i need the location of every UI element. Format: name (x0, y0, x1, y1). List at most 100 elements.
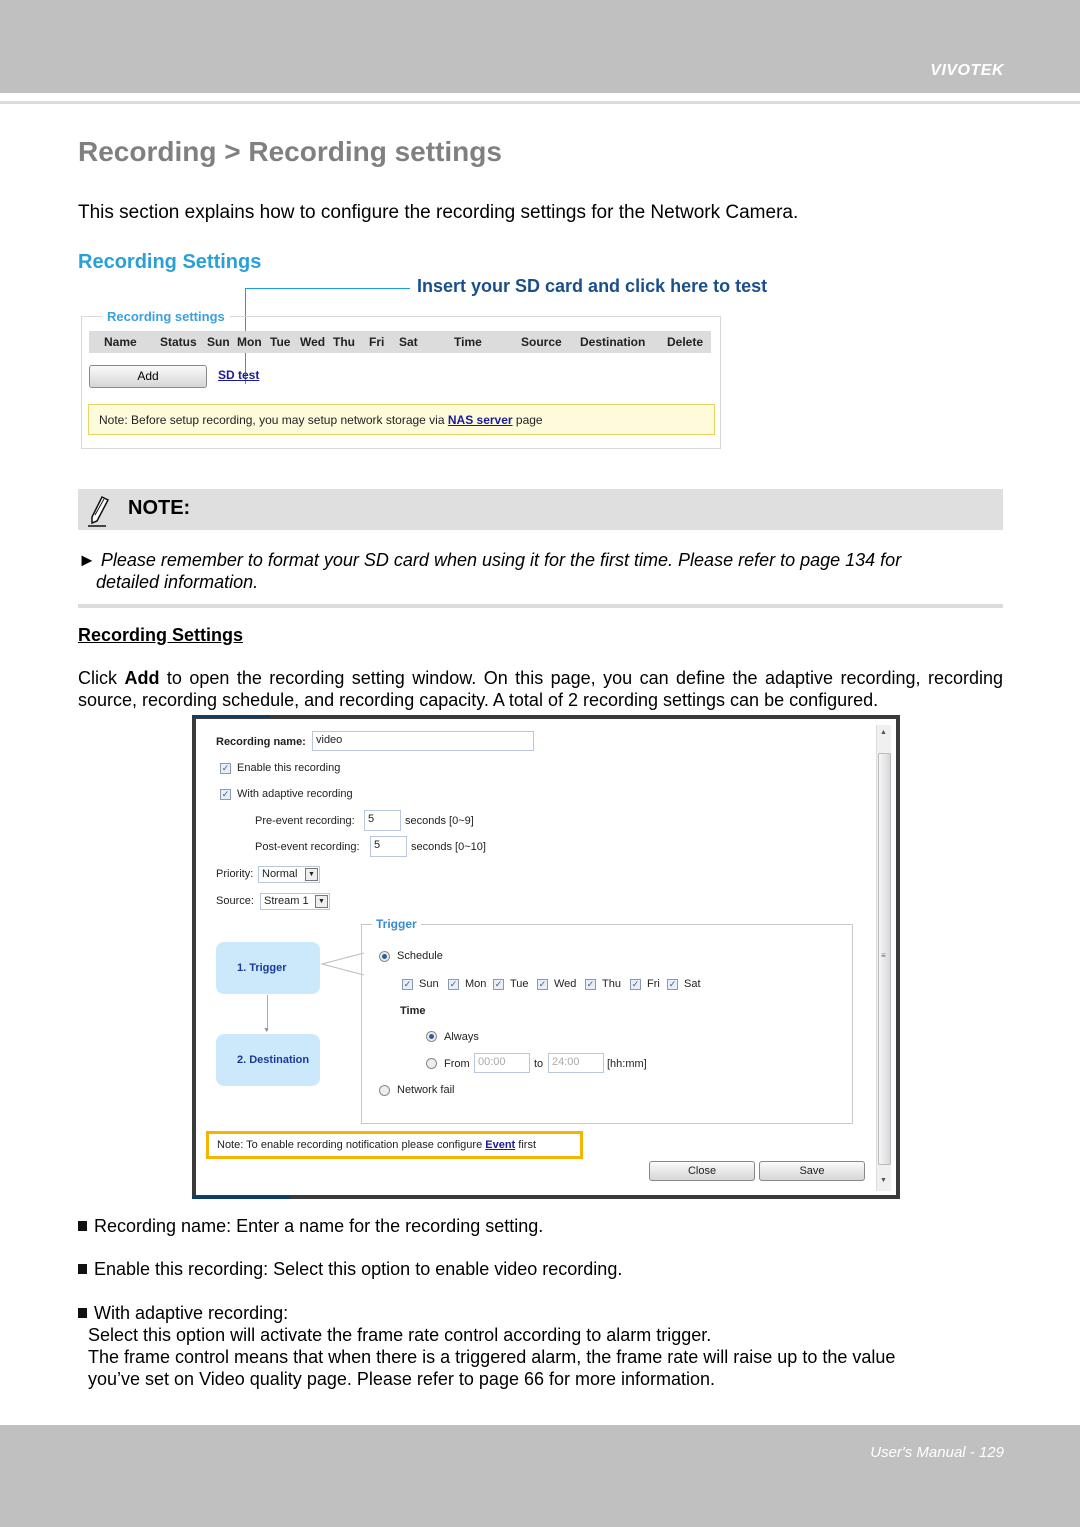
to-time-input[interactable]: 24:00 (548, 1053, 604, 1073)
time-format-hint: [hh:mm] (607, 1058, 647, 1070)
panel-legend: Recording settings (102, 309, 230, 324)
vertical-scrollbar[interactable]: ▲ ≡ ▼ (876, 725, 891, 1191)
day-checkbox-thu[interactable]: ✓ (585, 979, 596, 990)
recording-dialog: Recording name: video ✓ Enable this reco… (196, 719, 896, 1195)
network-fail-radio[interactable] (379, 1085, 390, 1096)
column-header: Thu (333, 335, 355, 349)
para-bold: Add (124, 668, 160, 688)
close-button[interactable]: Close (649, 1161, 755, 1181)
chevron-down-icon: ▼ (305, 868, 318, 881)
day-checkbox-wed[interactable]: ✓ (537, 979, 548, 990)
pre-event-label: Pre-event recording: (255, 815, 355, 827)
arrow-down-icon: ▼ (263, 1027, 270, 1034)
priority-select[interactable]: Normal ▼ (258, 866, 320, 883)
event-link[interactable]: Event (485, 1139, 515, 1151)
column-header: Time (454, 335, 482, 349)
column-header: Delete (667, 335, 704, 349)
day-label: Sat (684, 978, 701, 990)
nas-note-text: Note: Before setup recording, you may se… (99, 413, 448, 427)
note-line: detailed information. (96, 572, 259, 592)
bullet-square-icon (78, 1308, 87, 1318)
column-header: Status (160, 335, 197, 349)
note-text: ► Please remember to format your SD card… (78, 549, 1008, 593)
column-header: Fri (369, 335, 385, 349)
source-label: Source: (216, 895, 254, 907)
source-select[interactable]: Stream 1 ▼ (260, 893, 330, 910)
nas-server-link[interactable]: NAS server (448, 413, 513, 427)
column-header: Mon (237, 335, 262, 349)
bullet-text: With adaptive recording: (94, 1303, 289, 1323)
note-line: ► Please remember to format your SD card… (78, 550, 902, 570)
step-trigger-label: 1. Trigger (237, 962, 287, 974)
priority-label: Priority: (216, 868, 254, 880)
step-destination[interactable]: 2. Destination (216, 1034, 320, 1086)
pointer-wedge (320, 952, 364, 976)
bullet-text: Recording name: Enter a name for the rec… (94, 1216, 544, 1236)
scroll-down-icon[interactable]: ▼ (880, 1177, 887, 1184)
day-label: Tue (510, 978, 529, 990)
column-header: Sun (207, 335, 230, 349)
pre-event-input[interactable]: 5 (364, 810, 401, 831)
event-note-suffix: first (515, 1139, 536, 1151)
pencil-icon (88, 495, 110, 527)
adaptive-recording-checkbox[interactable]: ✓ (220, 789, 231, 800)
sd-test-link[interactable]: SD test (218, 368, 259, 382)
post-event-input[interactable]: 5 (370, 836, 407, 857)
step-trigger[interactable]: 1. Trigger (216, 942, 320, 994)
enable-recording-label: Enable this recording (237, 762, 341, 774)
day-checkbox-sun[interactable]: ✓ (402, 979, 413, 990)
frame-accent (192, 715, 270, 718)
day-checkbox-tue[interactable]: ✓ (493, 979, 504, 990)
day-checkbox-sat[interactable]: ✓ (667, 979, 678, 990)
day-label: Wed (554, 978, 577, 990)
callout-line (245, 288, 410, 289)
source-value: Stream 1 (264, 895, 309, 907)
note-bar: NOTE: (78, 489, 1003, 530)
column-header: Name (104, 335, 137, 349)
header-divider (0, 101, 1080, 104)
recording-name-input[interactable]: video (312, 731, 534, 751)
description-paragraph: Click Add to open the recording setting … (78, 667, 1003, 711)
bullet-continuation: Select this option will activate the fra… (88, 1325, 712, 1345)
day-checkbox-mon[interactable]: ✓ (448, 979, 459, 990)
sub-heading: Recording Settings (78, 625, 244, 645)
pre-event-unit: seconds [0~9] (405, 815, 474, 827)
scroll-up-icon[interactable]: ▲ (880, 729, 887, 736)
step-destination-label: 2. Destination (237, 1054, 310, 1066)
scrollbar-thumb[interactable]: ≡ (878, 753, 891, 1165)
column-header: Wed (300, 335, 326, 349)
save-button[interactable]: Save (759, 1161, 865, 1181)
from-time-input[interactable]: 00:00 (474, 1053, 530, 1073)
note-label: NOTE: (128, 497, 191, 519)
para-text: to open the recording setting window. On… (78, 668, 1004, 710)
column-header: Destination (580, 335, 646, 349)
day-label: Fri (647, 978, 660, 990)
brand-logo: VIVOTEK (930, 62, 1004, 79)
to-label: to (534, 1058, 544, 1070)
section-heading: Recording Settings (78, 251, 262, 273)
adaptive-recording-label: With adaptive recording (237, 788, 353, 800)
day-label: Thu (602, 978, 621, 990)
post-event-unit: seconds [0~10] (411, 841, 486, 853)
grip-icon: ≡ (881, 951, 886, 960)
bullet-text: Enable this recording: Select this optio… (94, 1259, 623, 1279)
schedule-label: Schedule (397, 950, 443, 962)
recording-dialog-screenshot: Recording name: video ✓ Enable this reco… (192, 715, 900, 1199)
time-label: Time (400, 1005, 426, 1017)
enable-recording-checkbox[interactable]: ✓ (220, 763, 231, 774)
intro-text: This section explains how to configure t… (78, 202, 799, 223)
day-checkbox-fri[interactable]: ✓ (630, 979, 641, 990)
note-divider (78, 604, 1003, 608)
from-radio[interactable] (426, 1058, 437, 1069)
bullet-item: Enable this recording: Select this optio… (78, 1258, 622, 1280)
footer-band: User's Manual - 129 (0, 1425, 1080, 1527)
page-title: Recording > Recording settings (78, 136, 502, 167)
chevron-down-icon: ▼ (315, 895, 328, 908)
column-header: Sat (399, 335, 418, 349)
day-label: Sun (419, 978, 439, 990)
always-radio[interactable] (426, 1031, 437, 1042)
priority-value: Normal (262, 868, 298, 880)
schedule-radio[interactable] (379, 951, 390, 962)
step-connector (267, 995, 268, 1031)
add-button[interactable]: Add (89, 365, 207, 388)
